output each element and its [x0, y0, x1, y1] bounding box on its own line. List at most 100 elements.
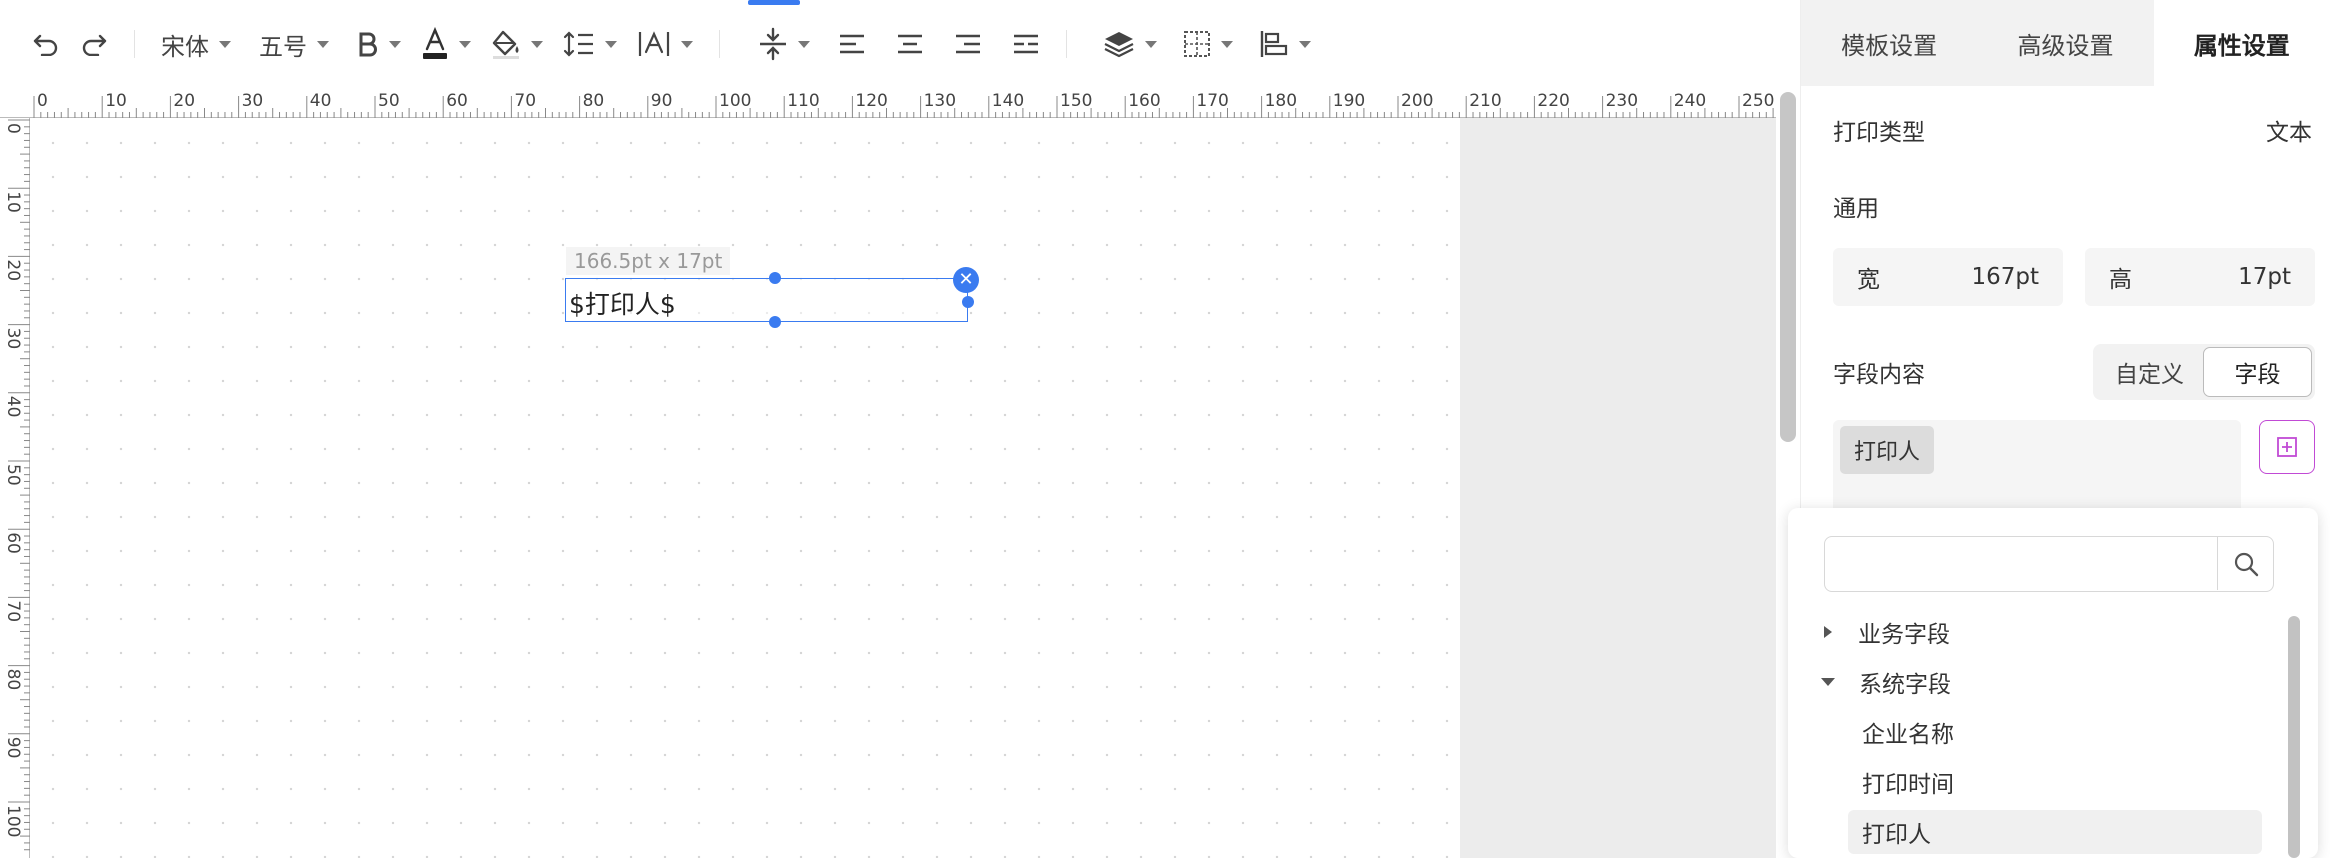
ruler-label: 0	[3, 123, 23, 134]
search-button[interactable]	[2217, 537, 2273, 590]
height-field[interactable]: 高 17pt	[2085, 248, 2315, 306]
align-right-icon	[956, 34, 980, 54]
plus-square-icon	[2277, 437, 2297, 457]
redo-button[interactable]	[70, 20, 118, 68]
paint-bucket-icon	[492, 30, 519, 59]
vertical-align-button[interactable]	[748, 20, 820, 68]
bold-icon	[359, 32, 377, 57]
vertical-center-icon	[760, 27, 786, 61]
align-right-button[interactable]	[944, 20, 992, 68]
align-center-button[interactable]	[886, 20, 934, 68]
toolbar-divider	[719, 30, 720, 58]
ruler-label: 130	[924, 91, 956, 111]
align-left-icon	[840, 34, 864, 54]
ruler-label: 50	[3, 464, 23, 486]
ruler-label: 50	[378, 91, 400, 111]
ruler-label: 220	[1537, 91, 1569, 111]
width-field[interactable]: 宽 167pt	[1833, 248, 2063, 306]
font-family-select[interactable]: 宋体	[151, 20, 241, 68]
resize-handle-bottom[interactable]	[769, 316, 781, 328]
ruler-label: 40	[310, 91, 332, 111]
horizontal-ruler: 0 10 20 30 40 50 60 70 80 90 100 110 120 130 140 150 160…	[0, 88, 1790, 118]
ruler-label: 30	[3, 328, 23, 350]
tab-advanced-settings[interactable]: 高级设置	[1977, 0, 2153, 86]
field-content-row: 字段内容	[1833, 352, 2070, 392]
align-justify-icon	[1014, 34, 1038, 54]
align-objects-icon	[1260, 31, 1288, 57]
tab-template-settings[interactable]: 模板设置	[1801, 0, 1977, 86]
ruler-label: 40	[3, 396, 23, 418]
undo-icon	[33, 34, 58, 56]
chevron-down-icon	[1221, 40, 1233, 48]
active-indicator	[748, 0, 800, 5]
tree-item-print-time[interactable]: 打印时间	[1848, 760, 2262, 804]
chevron-down-icon	[1299, 40, 1311, 48]
chevron-down-icon	[389, 40, 401, 48]
ruler-label: 160	[1128, 91, 1160, 111]
align-left-button[interactable]	[828, 20, 876, 68]
chevron-down-icon	[1145, 40, 1157, 48]
redo-icon	[82, 34, 107, 56]
ruler-label: 20	[173, 91, 195, 111]
ruler-label: 0	[37, 91, 48, 111]
tree-group-label: 业务字段	[1858, 622, 1950, 648]
ruler-label: 90	[651, 91, 673, 111]
font-family-value: 宋体	[161, 32, 209, 61]
chevron-down-icon	[681, 40, 693, 48]
ruler-label: 70	[3, 600, 23, 622]
design-canvas[interactable]	[30, 118, 1460, 858]
ruler-label: 150	[1060, 91, 1092, 111]
caret-down-icon	[1821, 678, 1835, 686]
tree-group-label: 系统字段	[1859, 672, 1951, 698]
font-color-button[interactable]	[411, 20, 481, 68]
layer-button[interactable]	[1093, 20, 1167, 68]
ruler-label: 80	[583, 91, 605, 111]
ruler-label: 60	[446, 91, 468, 111]
undo-button[interactable]	[22, 20, 70, 68]
resize-handle-top[interactable]	[769, 272, 781, 284]
font-size-select[interactable]: 五号	[249, 20, 339, 68]
dropdown-scrollbar[interactable]	[2286, 612, 2302, 858]
ruler-label: 190	[1333, 91, 1365, 111]
custom-mode-button[interactable]: 自定义	[2096, 347, 2203, 397]
resize-handle-right[interactable]	[962, 296, 974, 308]
tree-item-printer[interactable]: 打印人	[1848, 810, 2262, 854]
general-label: 通用	[1833, 196, 1879, 222]
letter-spacing-icon	[638, 31, 670, 56]
letter-spacing-button[interactable]	[627, 20, 703, 68]
align-center-icon	[898, 34, 922, 54]
tree-item-company-name[interactable]: 企业名称	[1848, 710, 2262, 754]
chevron-down-icon	[531, 40, 543, 48]
field-tag[interactable]: 打印人	[1840, 426, 1935, 474]
bold-button[interactable]	[347, 20, 411, 68]
ruler-label: 80	[3, 669, 23, 691]
ruler-label: 60	[3, 532, 23, 554]
field-mode-button[interactable]: 字段	[2203, 347, 2312, 397]
delete-element-button[interactable]: ✕	[953, 267, 979, 293]
ruler-label: 10	[105, 91, 127, 111]
border-button[interactable]	[1173, 20, 1243, 68]
width-label: 宽	[1857, 267, 1880, 293]
fill-color-button[interactable]	[481, 20, 553, 68]
font-color-icon	[423, 27, 447, 59]
ruler-label: 10	[3, 191, 23, 213]
selected-text-element[interactable]: $打印人$	[565, 278, 968, 322]
ruler-label: 170	[1196, 91, 1228, 111]
vertical-ruler: 0 10 20 30 40 50 60 70 80 90 100	[0, 118, 30, 858]
tree-group-system[interactable]: 系统字段	[1816, 660, 1951, 704]
line-height-button[interactable]	[553, 20, 627, 68]
tab-property-settings[interactable]: 属性设置	[2153, 0, 2330, 86]
ruler-label: 100	[3, 805, 23, 837]
selected-fields-box[interactable]: 打印人	[1833, 420, 2241, 520]
ruler-label: 110	[787, 91, 819, 111]
field-picker-dropdown: 业务字段 系统字段 企业名称 打印时间 打印人	[1788, 508, 2318, 858]
add-field-button[interactable]	[2259, 420, 2315, 474]
ruler-label: 250	[1742, 91, 1774, 111]
arrange-button[interactable]	[1249, 20, 1321, 68]
scrollbar-thumb[interactable]	[2288, 616, 2300, 858]
align-justify-button[interactable]	[1002, 20, 1050, 68]
ruler-label: 210	[1469, 91, 1501, 111]
scrollbar-thumb[interactable]	[1780, 92, 1796, 442]
tree-group-business[interactable]: 业务字段	[1816, 610, 1950, 654]
field-search-input[interactable]	[1825, 537, 2217, 590]
